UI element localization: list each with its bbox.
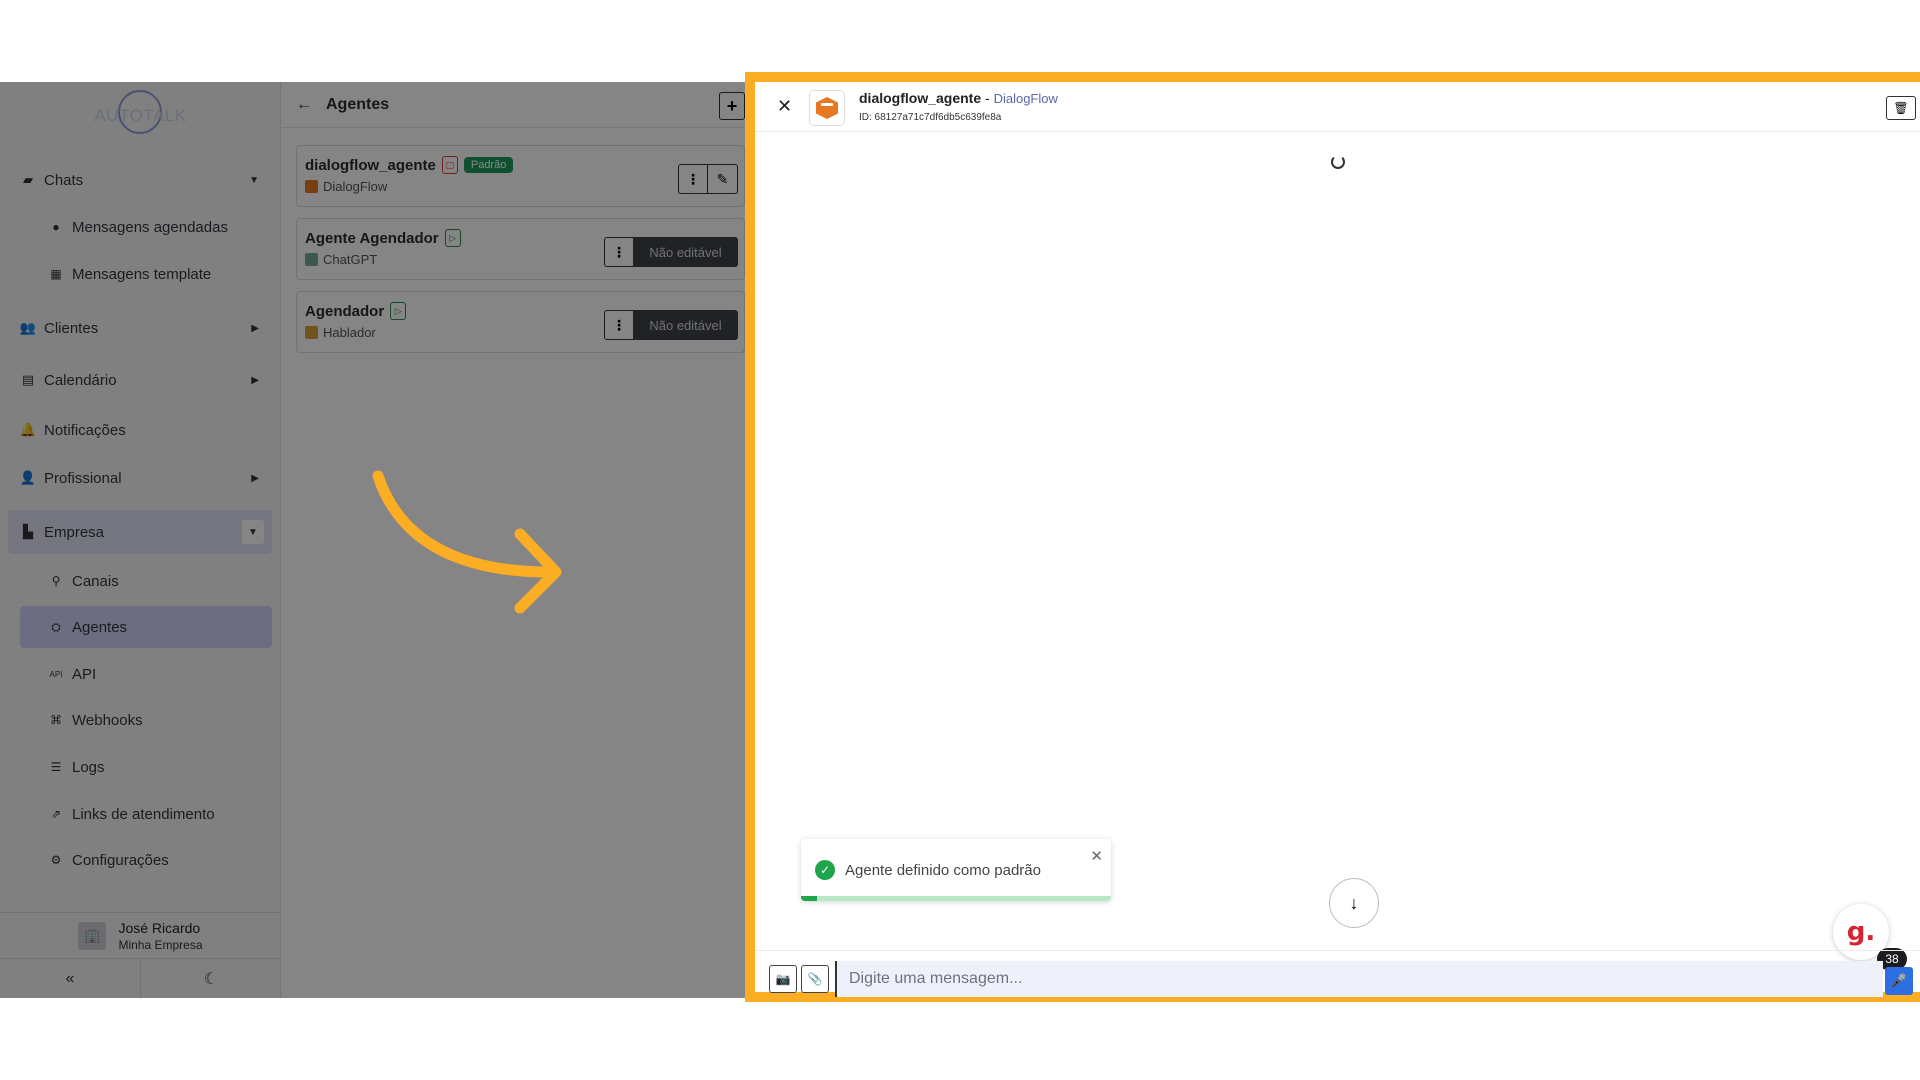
chat-agent-name: dialogflow_agente	[859, 90, 982, 106]
loading-spinner-icon	[1331, 155, 1345, 169]
close-icon[interactable]: ✕	[777, 96, 792, 117]
logo-text: AUTOTALK	[94, 106, 187, 125]
success-toast: ✓ Agente definido como padrão ✕	[801, 839, 1111, 901]
chat-title: dialogflow_agente - DialogFlow	[859, 90, 1058, 106]
message-composer: 📷 📎 🎤	[755, 950, 1920, 1002]
toast-message: Agente definido como padrão	[845, 862, 1041, 879]
chat-header: ✕ dialogflow_agente - DialogFlow ID: 681…	[755, 82, 1920, 132]
chat-provider: DialogFlow	[993, 91, 1058, 106]
autotalk-app: AUTOTALK ▰ Chats ▼ ● Mensagens agendadas…	[0, 82, 745, 998]
g-logo: g.	[1846, 917, 1876, 947]
agent-chat-panel: ✕ dialogflow_agente - DialogFlow ID: 681…	[745, 72, 1920, 1002]
microphone-button[interactable]: 🎤	[1885, 967, 1913, 995]
agent-avatar	[809, 90, 845, 126]
screen-stage: AUTOTALK ▰ Chats ▼ ● Mensagens agendadas…	[0, 72, 1920, 1002]
toast-progress-track	[801, 896, 1111, 901]
scroll-down-button[interactable]: ↓	[1329, 878, 1379, 928]
pointer-arrow-icon	[372, 470, 562, 614]
toast-close-icon[interactable]: ✕	[1090, 847, 1103, 865]
delete-button[interactable]: 🗑	[1886, 96, 1916, 120]
attach-button[interactable]: 📎	[801, 965, 829, 993]
camera-button[interactable]: 📷	[769, 965, 797, 993]
chat-agent-id: ID: 68127a71c7df6db5c639fe8a	[859, 112, 1002, 123]
check-circle-icon: ✓	[815, 860, 835, 880]
message-input[interactable]	[835, 961, 1883, 997]
dialogflow-icon	[816, 97, 838, 119]
title-separator: -	[981, 90, 994, 106]
toast-progress-fill	[801, 896, 817, 901]
